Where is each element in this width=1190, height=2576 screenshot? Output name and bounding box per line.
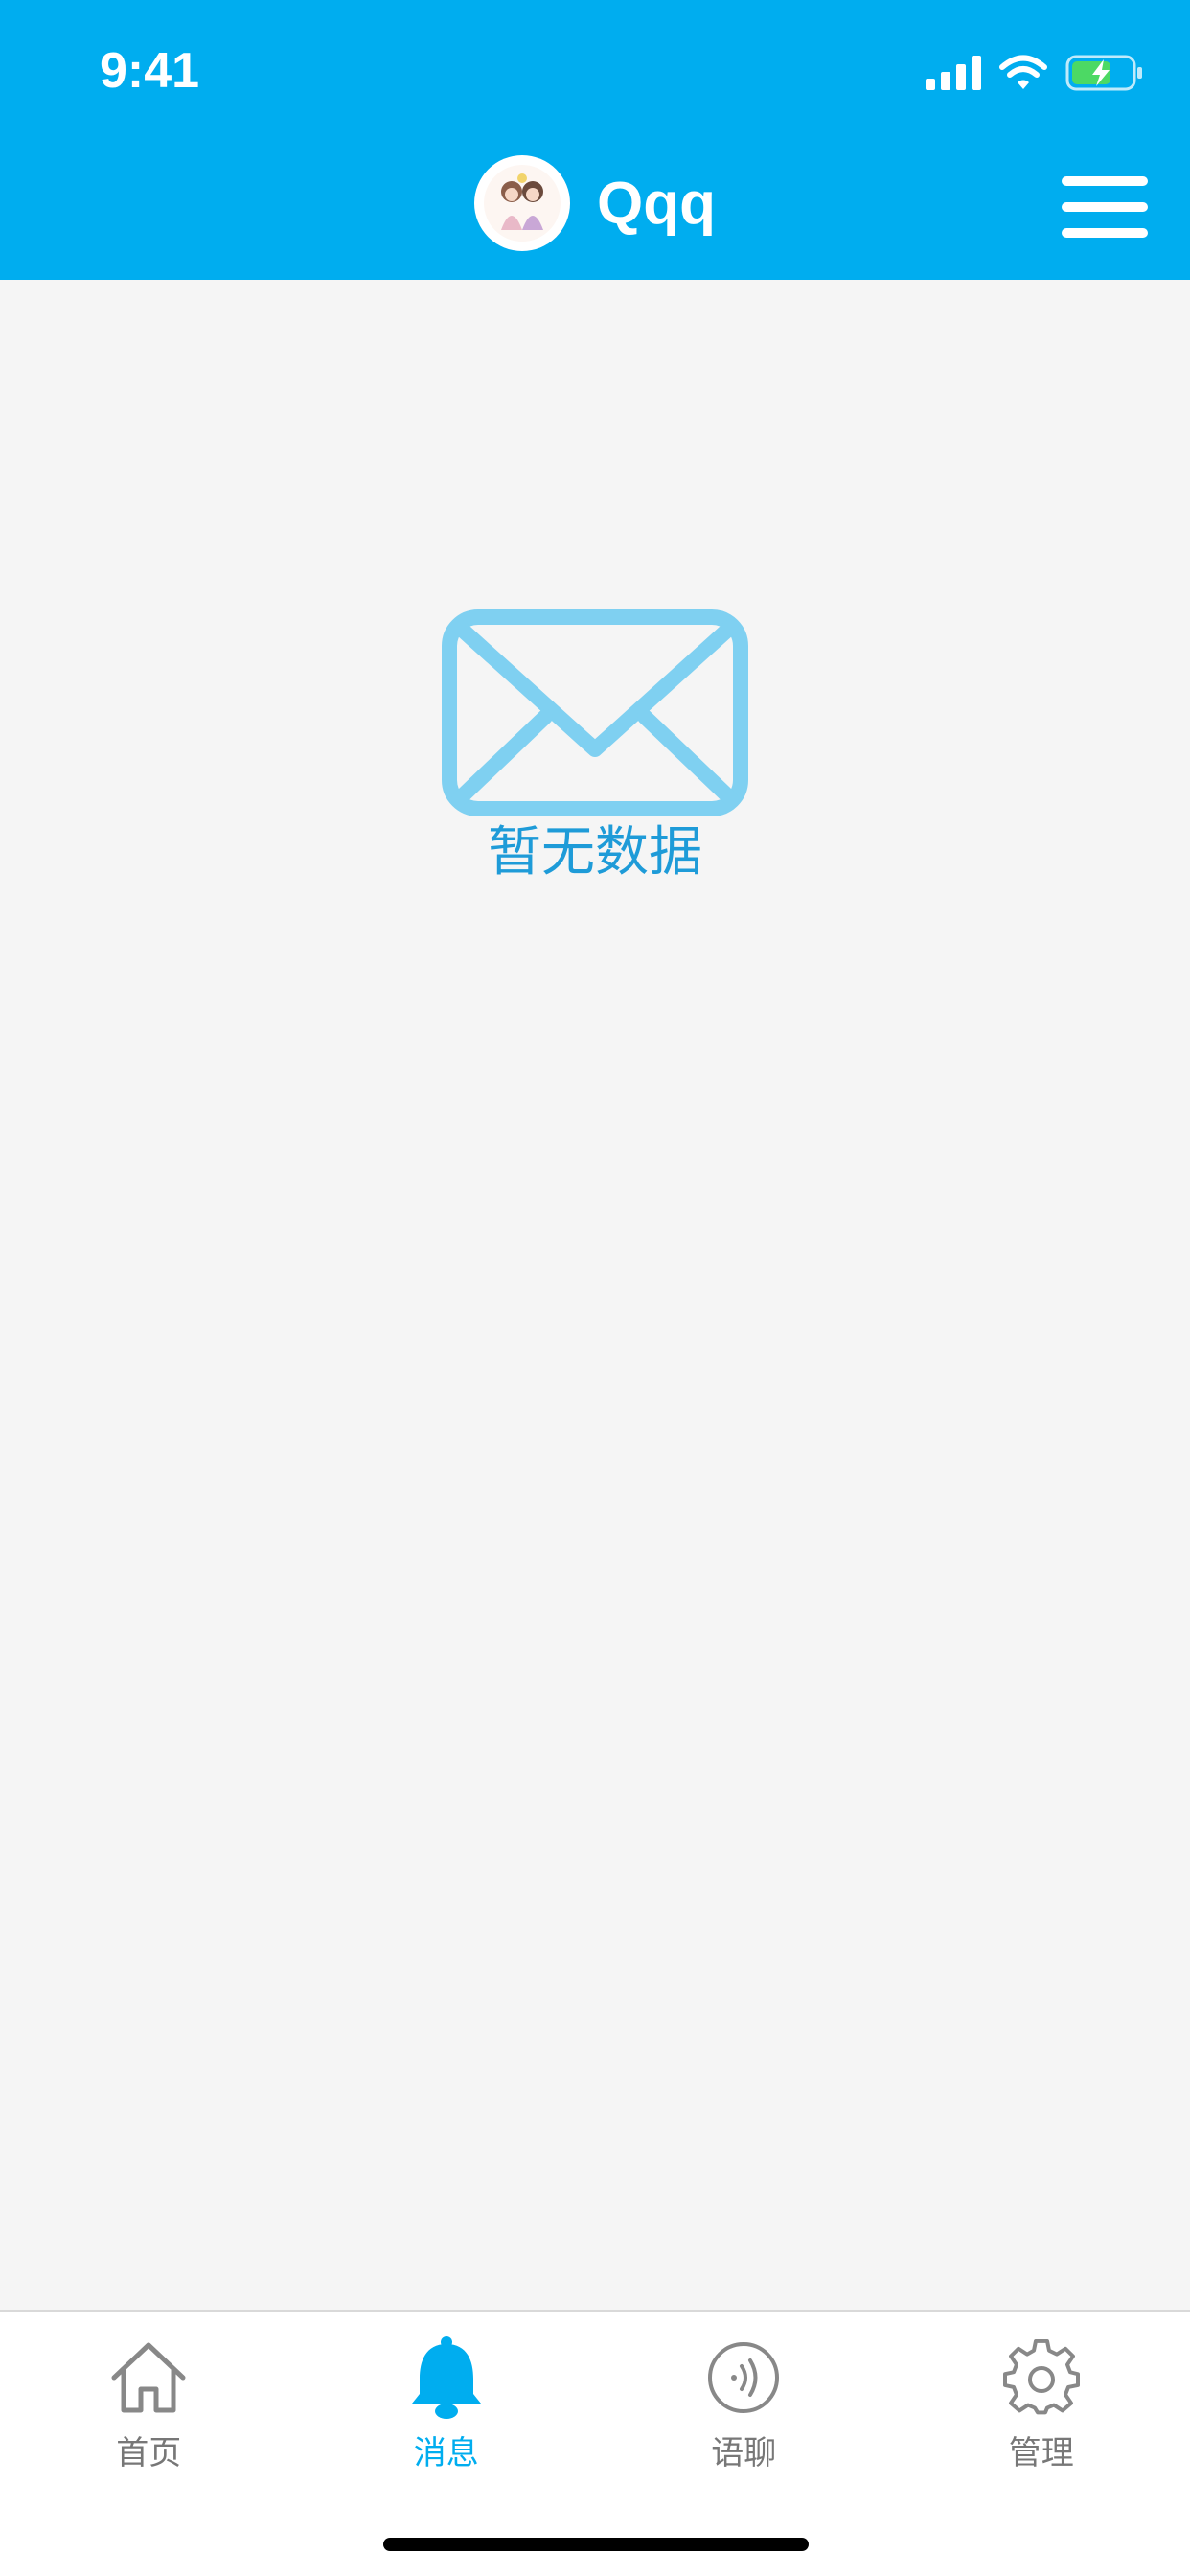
page-title: Qqq [597, 170, 716, 237]
empty-message: 暂无数据 [488, 821, 702, 884]
tab-manage-label: 管理 [1008, 2434, 1074, 2472]
menu-button[interactable] [1062, 176, 1148, 238]
menu-line-icon [1062, 176, 1148, 186]
tab-home-label: 首页 [116, 2434, 182, 2472]
home-icon [111, 2342, 186, 2413]
empty-state: 暂无数据 [0, 610, 1190, 886]
bottom-tab-bar: 首页 消息 语聊 管理 [0, 2310, 1190, 2576]
tab-messages[interactable]: 消息 [298, 2312, 596, 2494]
status-time: 9:41 [100, 43, 200, 99]
wifi-icon [999, 55, 1047, 89]
avatar[interactable] [474, 155, 570, 251]
voice-icon [708, 2342, 780, 2413]
signal-icon [926, 56, 981, 90]
tab-voice-chat[interactable]: 语聊 [595, 2312, 893, 2494]
bell-icon [411, 2336, 481, 2419]
gear-icon [1002, 2339, 1080, 2415]
app-title-group: Qqq [0, 155, 1190, 251]
status-icons [926, 50, 1144, 96]
tab-voice-chat-label: 语聊 [711, 2434, 777, 2472]
envelope-icon [442, 610, 748, 816]
tab-home[interactable]: 首页 [0, 2312, 298, 2494]
menu-line-icon [1062, 202, 1148, 212]
tab-messages-label: 消息 [413, 2434, 479, 2472]
battery-charging-icon [1065, 55, 1142, 91]
app-screen: 9:41 Qqq 暂无数据 首页 消息 语聊 管理 [0, 0, 1190, 2576]
header-bar: 9:41 Qqq [0, 0, 1190, 280]
menu-line-icon [1062, 228, 1148, 238]
avatar-image-icon [484, 165, 561, 242]
home-indicator[interactable] [383, 2538, 809, 2551]
tab-manage[interactable]: 管理 [893, 2312, 1190, 2494]
